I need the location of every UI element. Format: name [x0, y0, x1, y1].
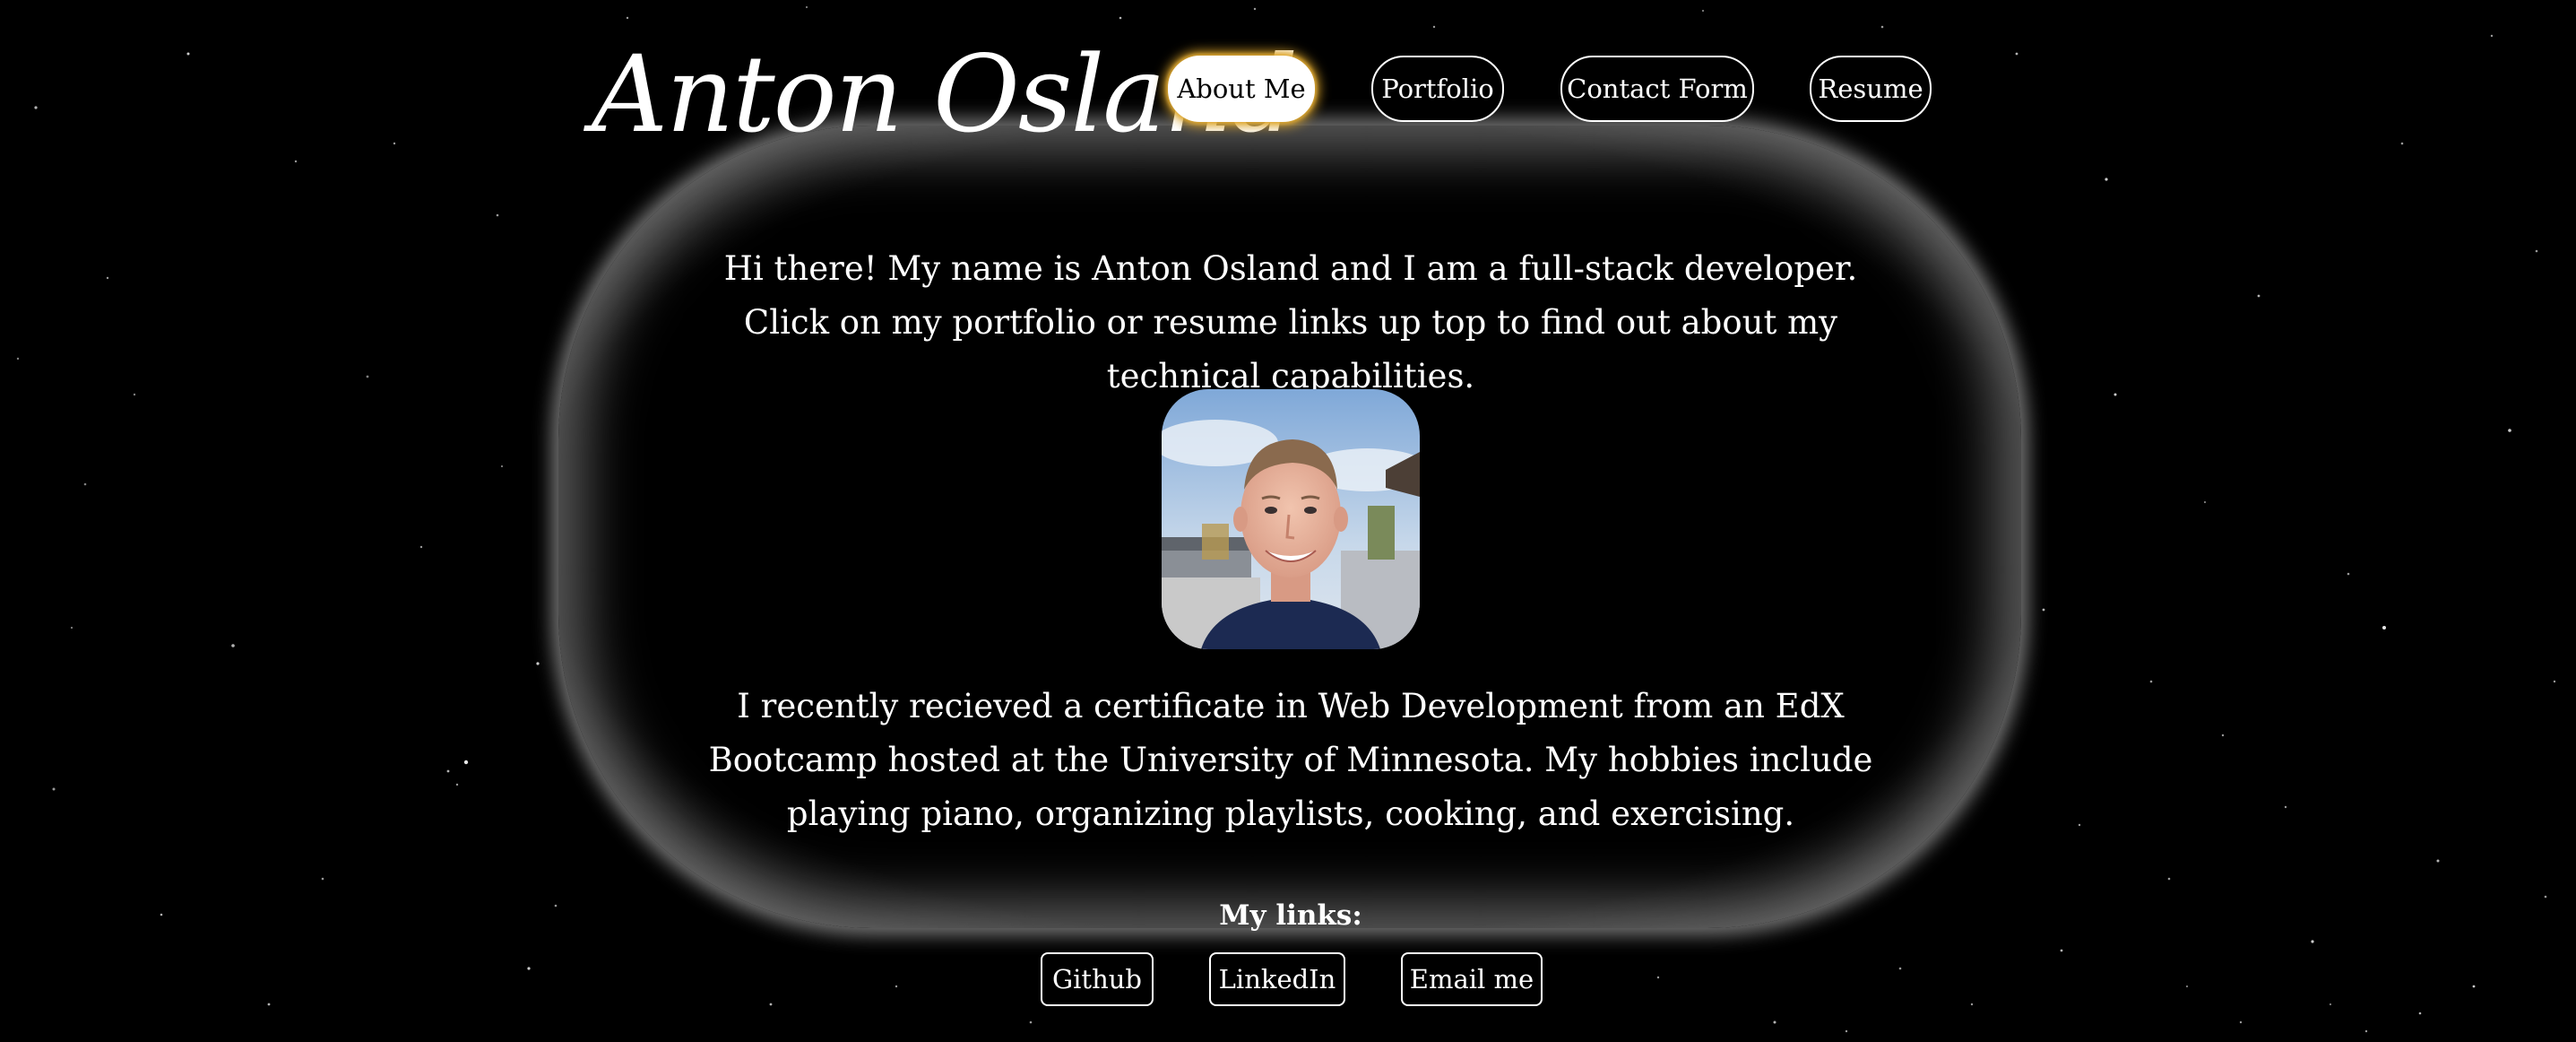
nav-about-me[interactable]: About Me [1168, 56, 1315, 122]
nav-resume[interactable]: Resume [1810, 56, 1932, 122]
linkedin-link[interactable]: LinkedIn [1209, 952, 1345, 1006]
site-logo[interactable]: Anton Osland [592, 27, 1298, 161]
github-link[interactable]: Github [1041, 952, 1154, 1006]
page: Anton Osland About Me Portfolio Contact … [0, 0, 2576, 1042]
profile-photo-image [1162, 389, 1420, 649]
intro-text: Hi there! My name is Anton Osland and I … [723, 249, 1858, 395]
nav-contact-form[interactable]: Contact Form [1560, 56, 1754, 122]
about-text: I recently recieved a certificate in Web… [708, 687, 1873, 833]
nav-portfolio[interactable]: Portfolio [1371, 56, 1504, 122]
email-link[interactable]: Email me [1401, 952, 1543, 1006]
profile-photo [1162, 389, 1420, 649]
links-heading: My links: [1219, 899, 1362, 932]
